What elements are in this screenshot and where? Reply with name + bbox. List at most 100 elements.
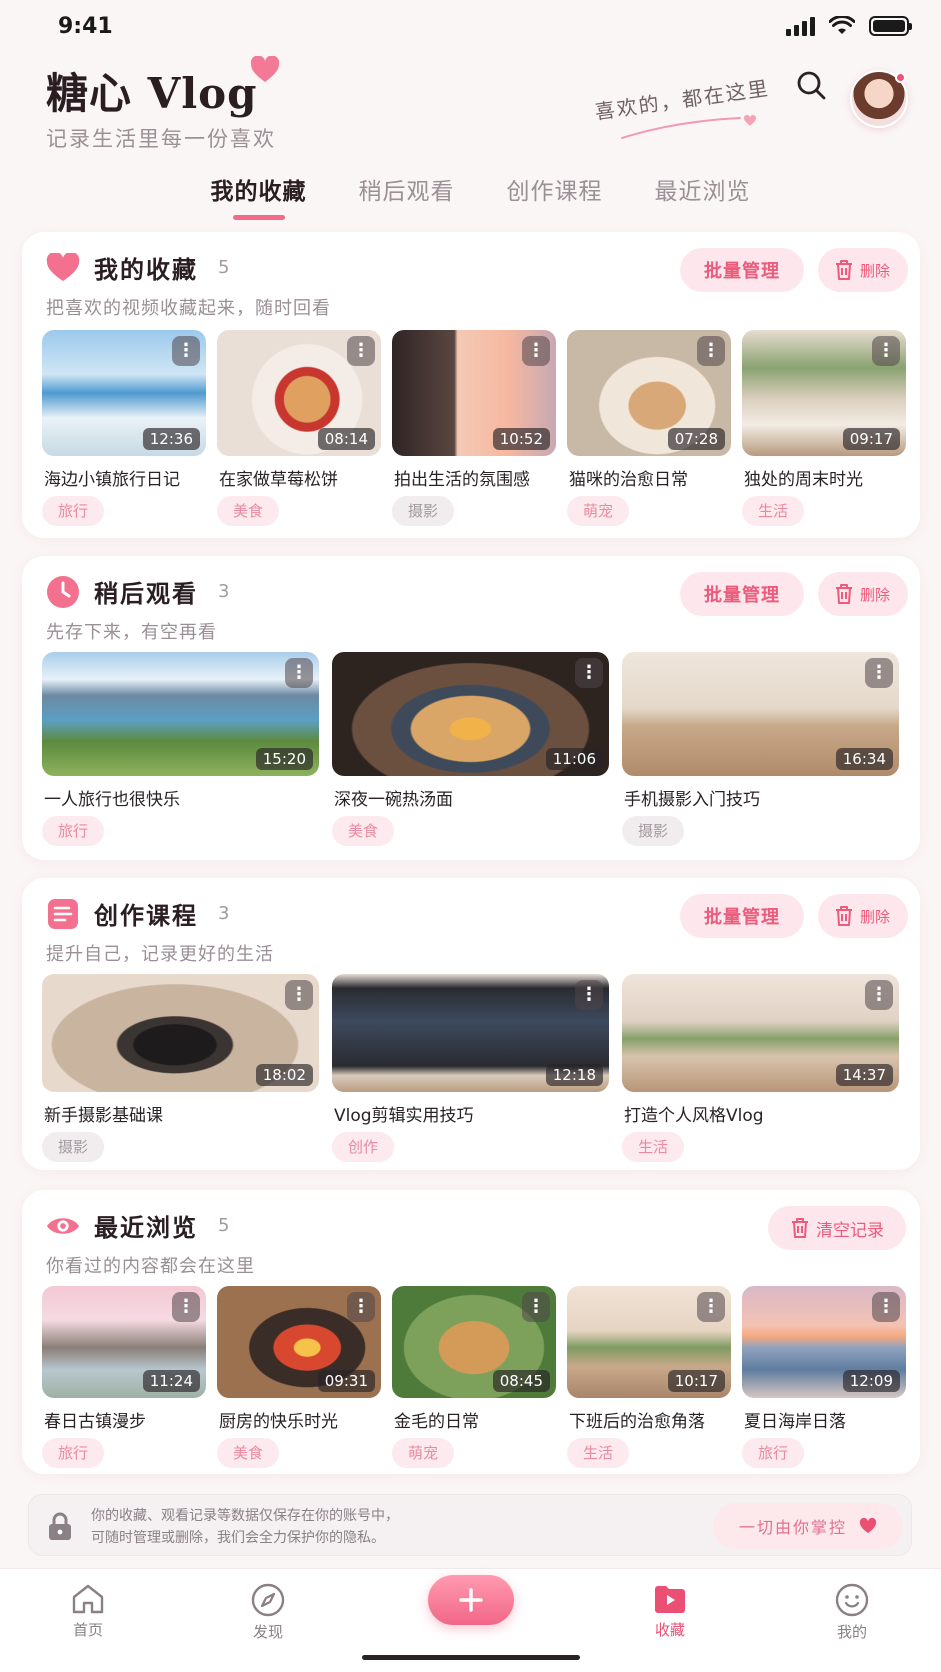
more-icon[interactable]: ⋮ (347, 1292, 375, 1322)
video-title[interactable]: 深夜一碗热汤面 (332, 785, 609, 810)
video-thumbnail[interactable]: ⋮ 11:24 (42, 1286, 206, 1398)
tag-chip[interactable]: 生活 (567, 1438, 630, 1468)
tag-chip[interactable]: 摄影 (392, 496, 455, 526)
more-icon[interactable]: ⋮ (865, 658, 893, 688)
more-icon[interactable]: ⋮ (285, 658, 313, 688)
video-card[interactable]: ⋮ 15:20 一人旅行也很快乐 旅行 (42, 652, 319, 846)
video-thumbnail[interactable]: ⋮ 08:14 (217, 330, 381, 456)
tag-chip[interactable]: 摄影 (42, 1132, 105, 1162)
batch-manage-button[interactable]: 批量管理 (680, 894, 804, 938)
video-thumbnail[interactable]: ⋮ 10:17 (567, 1286, 731, 1398)
video-card[interactable]: ⋮ 12:09 夏日海岸日落 旅行 (742, 1286, 906, 1468)
video-card[interactable]: ⋮ 10:17 下班后的治愈角落 生活 (567, 1286, 731, 1468)
search-button[interactable] (796, 70, 832, 106)
video-title[interactable]: 金毛的日常 (392, 1407, 556, 1432)
video-thumbnail[interactable]: ⋮ 16:34 (622, 652, 899, 776)
tag-chip[interactable]: 生活 (622, 1132, 685, 1162)
video-card[interactable]: ⋮ 09:31 厨房的快乐时光 美食 (217, 1286, 381, 1468)
video-title[interactable]: 一人旅行也很快乐 (42, 785, 319, 810)
video-thumbnail[interactable]: ⋮ 15:20 (42, 652, 319, 776)
tag-chip[interactable]: 旅行 (42, 816, 105, 846)
video-card[interactable]: ⋮ 11:06 深夜一碗热汤面 美食 (332, 652, 609, 846)
video-title[interactable]: 夏日海岸日落 (742, 1407, 906, 1432)
video-thumbnail[interactable]: ⋮ 07:28 (567, 330, 731, 456)
more-icon[interactable]: ⋮ (347, 336, 375, 366)
video-card[interactable]: ⋮ 08:14 在家做草莓松饼 美食 (217, 330, 381, 526)
video-thumbnail[interactable]: ⋮ 12:18 (332, 974, 609, 1092)
delete-button[interactable]: 删除 (818, 248, 909, 292)
more-icon[interactable]: ⋮ (522, 336, 550, 366)
batch-manage-button[interactable]: 批量管理 (680, 572, 804, 616)
video-card[interactable]: ⋮ 10:52 拍出生活的氛围感 摄影 (392, 330, 556, 526)
tag-chip[interactable]: 旅行 (742, 1438, 805, 1468)
tag-chip[interactable]: 创作 (332, 1132, 395, 1162)
more-icon[interactable]: ⋮ (872, 1292, 900, 1322)
tab-courses[interactable]: 创作课程 (507, 172, 603, 222)
video-title[interactable]: 打造个人风格Vlog (622, 1101, 899, 1126)
create-button[interactable] (428, 1575, 514, 1625)
video-title[interactable]: 厨房的快乐时光 (217, 1407, 381, 1432)
video-title[interactable]: 在家做草莓松饼 (217, 465, 381, 490)
tag-chip[interactable]: 萌宠 (392, 1438, 455, 1468)
video-title[interactable]: Vlog剪辑实用技巧 (332, 1101, 609, 1126)
more-icon[interactable]: ⋮ (522, 1292, 550, 1322)
nav-discover[interactable]: 发现 (228, 1583, 308, 1642)
video-title[interactable]: 下班后的治愈角落 (567, 1407, 731, 1432)
tab-watch-later[interactable]: 稍后观看 (359, 172, 455, 222)
more-icon[interactable]: ⋮ (575, 658, 603, 688)
video-title[interactable]: 拍出生活的氛围感 (392, 465, 556, 490)
more-icon[interactable]: ⋮ (697, 1292, 725, 1322)
tag-chip[interactable]: 美食 (217, 496, 280, 526)
tag-chip[interactable]: 美食 (217, 1438, 280, 1468)
video-title[interactable]: 独处的周末时光 (742, 465, 906, 490)
video-thumbnail[interactable]: ⋮ 09:17 (742, 330, 906, 456)
clear-history-button[interactable]: 清空记录 (768, 1206, 906, 1250)
video-card[interactable]: ⋮ 16:34 手机摄影入门技巧 摄影 (622, 652, 899, 846)
video-card[interactable]: ⋮ 07:28 猫咪的治愈日常 萌宠 (567, 330, 731, 526)
tag-chip[interactable]: 美食 (332, 816, 395, 846)
status-bar: 9:41 (0, 0, 941, 56)
video-card[interactable]: ⋮ 11:24 春日古镇漫步 旅行 (42, 1286, 206, 1468)
video-card[interactable]: ⋮ 12:18 Vlog剪辑实用技巧 创作 (332, 974, 609, 1162)
nav-me[interactable]: 我的 (812, 1583, 892, 1642)
delete-button[interactable]: 删除 (818, 894, 909, 938)
video-title[interactable]: 手机摄影入门技巧 (622, 785, 899, 810)
video-title[interactable]: 猫咪的治愈日常 (567, 465, 731, 490)
tag-chip[interactable]: 旅行 (42, 496, 105, 526)
more-icon[interactable]: ⋮ (697, 336, 725, 366)
more-icon[interactable]: ⋮ (172, 1292, 200, 1322)
video-thumbnail[interactable]: ⋮ 10:52 (392, 330, 556, 456)
video-title[interactable]: 海边小镇旅行日记 (42, 465, 206, 490)
video-title[interactable]: 新手摄影基础课 (42, 1101, 319, 1126)
more-icon[interactable]: ⋮ (575, 980, 603, 1010)
video-card[interactable]: ⋮ 09:17 独处的周末时光 生活 (742, 330, 906, 526)
video-card[interactable]: ⋮ 08:45 金毛的日常 萌宠 (392, 1286, 556, 1468)
video-duration: 12:09 (842, 1370, 900, 1392)
more-icon[interactable]: ⋮ (872, 336, 900, 366)
nav-home[interactable]: 首页 (48, 1583, 128, 1640)
tag-chip[interactable]: 萌宠 (567, 496, 630, 526)
video-thumbnail[interactable]: ⋮ 08:45 (392, 1286, 556, 1398)
video-card[interactable]: ⋮ 14:37 打造个人风格Vlog 生活 (622, 974, 899, 1162)
video-thumbnail[interactable]: ⋮ 12:09 (742, 1286, 906, 1398)
more-icon[interactable]: ⋮ (172, 336, 200, 366)
tag-chip[interactable]: 摄影 (622, 816, 685, 846)
video-card[interactable]: ⋮ 12:36 海边小镇旅行日记 旅行 (42, 330, 206, 526)
video-thumbnail[interactable]: ⋮ 09:31 (217, 1286, 381, 1398)
video-thumbnail[interactable]: ⋮ 18:02 (42, 974, 319, 1092)
tab-favorites[interactable]: 我的收藏 (211, 172, 307, 222)
video-card[interactable]: ⋮ 18:02 新手摄影基础课 摄影 (42, 974, 319, 1162)
batch-manage-button[interactable]: 批量管理 (680, 248, 804, 292)
video-title[interactable]: 春日古镇漫步 (42, 1407, 206, 1432)
video-thumbnail[interactable]: ⋮ 12:36 (42, 330, 206, 456)
tag-chip[interactable]: 旅行 (42, 1438, 105, 1468)
video-thumbnail[interactable]: ⋮ 11:06 (332, 652, 609, 776)
more-icon[interactable]: ⋮ (285, 980, 313, 1010)
tag-chip[interactable]: 生活 (742, 496, 805, 526)
avatar[interactable] (850, 70, 908, 128)
video-thumbnail[interactable]: ⋮ 14:37 (622, 974, 899, 1092)
delete-button[interactable]: 删除 (818, 572, 909, 616)
tab-recent[interactable]: 最近浏览 (655, 172, 751, 222)
more-icon[interactable]: ⋮ (865, 980, 893, 1010)
nav-favorites[interactable]: 收藏 (630, 1583, 710, 1640)
